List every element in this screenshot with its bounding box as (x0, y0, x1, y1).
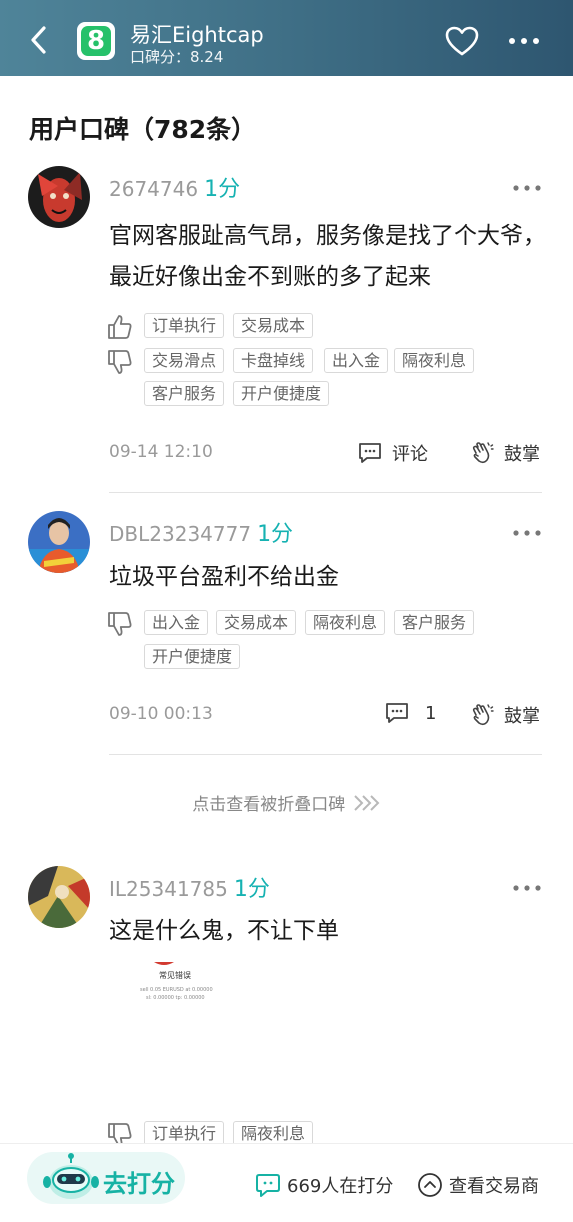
more-icon[interactable] (512, 884, 542, 892)
folded-reviews-link[interactable]: 点击查看被折叠口碑 (0, 790, 573, 815)
review-content: 垃圾平台盈利不给出金 (109, 564, 339, 590)
app-logo-glyph: 8 (81, 26, 111, 56)
section-title: 用户口碑（782条） (29, 115, 257, 144)
review-content: 官网客服趾高气昂，服务像是找了个大爷，最近好像出金不到账的多了起来 (109, 223, 546, 290)
heart-icon[interactable] (444, 25, 480, 57)
top-header: 8 易汇Eightcap 口碑分：8.24 (0, 0, 573, 76)
tag: 订单执行 (144, 313, 225, 338)
more-icon[interactable] (512, 184, 542, 192)
tag: 出入金 (324, 348, 389, 373)
back-arrow-icon[interactable] (24, 22, 56, 58)
tag: 客户服务 (144, 381, 225, 406)
clap-button[interactable]: 鼓掌 (470, 440, 540, 466)
broker-score: 口碑分：8.24 (130, 48, 224, 66)
chevron-up-circle-icon (418, 1173, 442, 1197)
tag: 交易滑点 (144, 348, 225, 373)
tag: 交易成本 (233, 313, 314, 338)
tag: 卡盘掉线 (233, 348, 314, 373)
comment-icon (359, 443, 381, 463)
more-icon[interactable] (508, 34, 540, 48)
rating-people-count[interactable]: 669人在打分 (255, 1172, 393, 1198)
avatar[interactable] (28, 866, 90, 928)
clap-button[interactable]: 鼓掌 (470, 702, 540, 728)
review-image[interactable]: 常见错误 sell 0.05 EURUSD at 0.00000 sl: 0.0… (132, 962, 228, 1012)
comment-button[interactable]: 评论 (358, 440, 428, 466)
review-score: 1分 (257, 522, 294, 547)
rate-label: 去打分 (103, 1170, 175, 1198)
clap-icon (472, 442, 494, 464)
tag: 交易成本 (216, 610, 297, 635)
tag: 隔夜利息 (394, 348, 475, 373)
tag: 开户便捷度 (144, 644, 241, 669)
review-username[interactable]: DBL23234777 1分 (109, 516, 293, 548)
tag: 隔夜利息 (305, 610, 386, 635)
avatar[interactable] (28, 511, 90, 573)
app-logo: 8 (77, 22, 115, 60)
chevron-double-right-icon (353, 794, 380, 811)
review-score: 1分 (233, 877, 270, 902)
view-broker-button[interactable]: 查看交易商 (417, 1172, 539, 1198)
review-image-line: sl: 0.00000 tp: 0.00000 (146, 995, 205, 1001)
app-root: 8 易汇Eightcap 口碑分：8.24 用户口碑（782条） 2674746… (0, 0, 573, 1222)
chat-bubble-icon (256, 1174, 280, 1197)
review-image-title: 常见错误 (159, 970, 191, 980)
divider (109, 754, 542, 755)
broker-title: 易汇Eightcap (130, 23, 264, 47)
comment-button[interactable]: 1 (385, 702, 436, 724)
thumbs-down-icon (108, 350, 132, 374)
review-timestamp: 09-10 00:13 (109, 704, 213, 724)
avatar[interactable] (28, 166, 90, 228)
review-score: 1分 (204, 177, 241, 202)
review-image-line: sell 0.05 EURUSD at 0.00000 (140, 987, 213, 993)
review-username[interactable]: IL25341785 1分 (109, 871, 270, 903)
tag: 客户服务 (394, 610, 475, 635)
more-icon[interactable] (512, 529, 542, 537)
tag: 出入金 (144, 610, 209, 635)
tag: 开户便捷度 (233, 381, 330, 406)
clap-icon (472, 704, 494, 726)
rate-button[interactable]: 去打分 (27, 1152, 185, 1204)
robot-mascot-icon (43, 1153, 99, 1199)
review-timestamp: 09-14 12:10 (109, 442, 213, 462)
thumbs-down-icon (108, 612, 132, 636)
comment-icon (386, 703, 408, 723)
bottom-action-bar: 去打分 669人在打分 查看交易商 (0, 1143, 573, 1222)
review-username[interactable]: 2674746 1分 (109, 171, 240, 203)
divider (109, 492, 542, 493)
review-content: 这是什么鬼，不让下单 (109, 918, 339, 944)
thumbs-up-icon (108, 315, 132, 339)
